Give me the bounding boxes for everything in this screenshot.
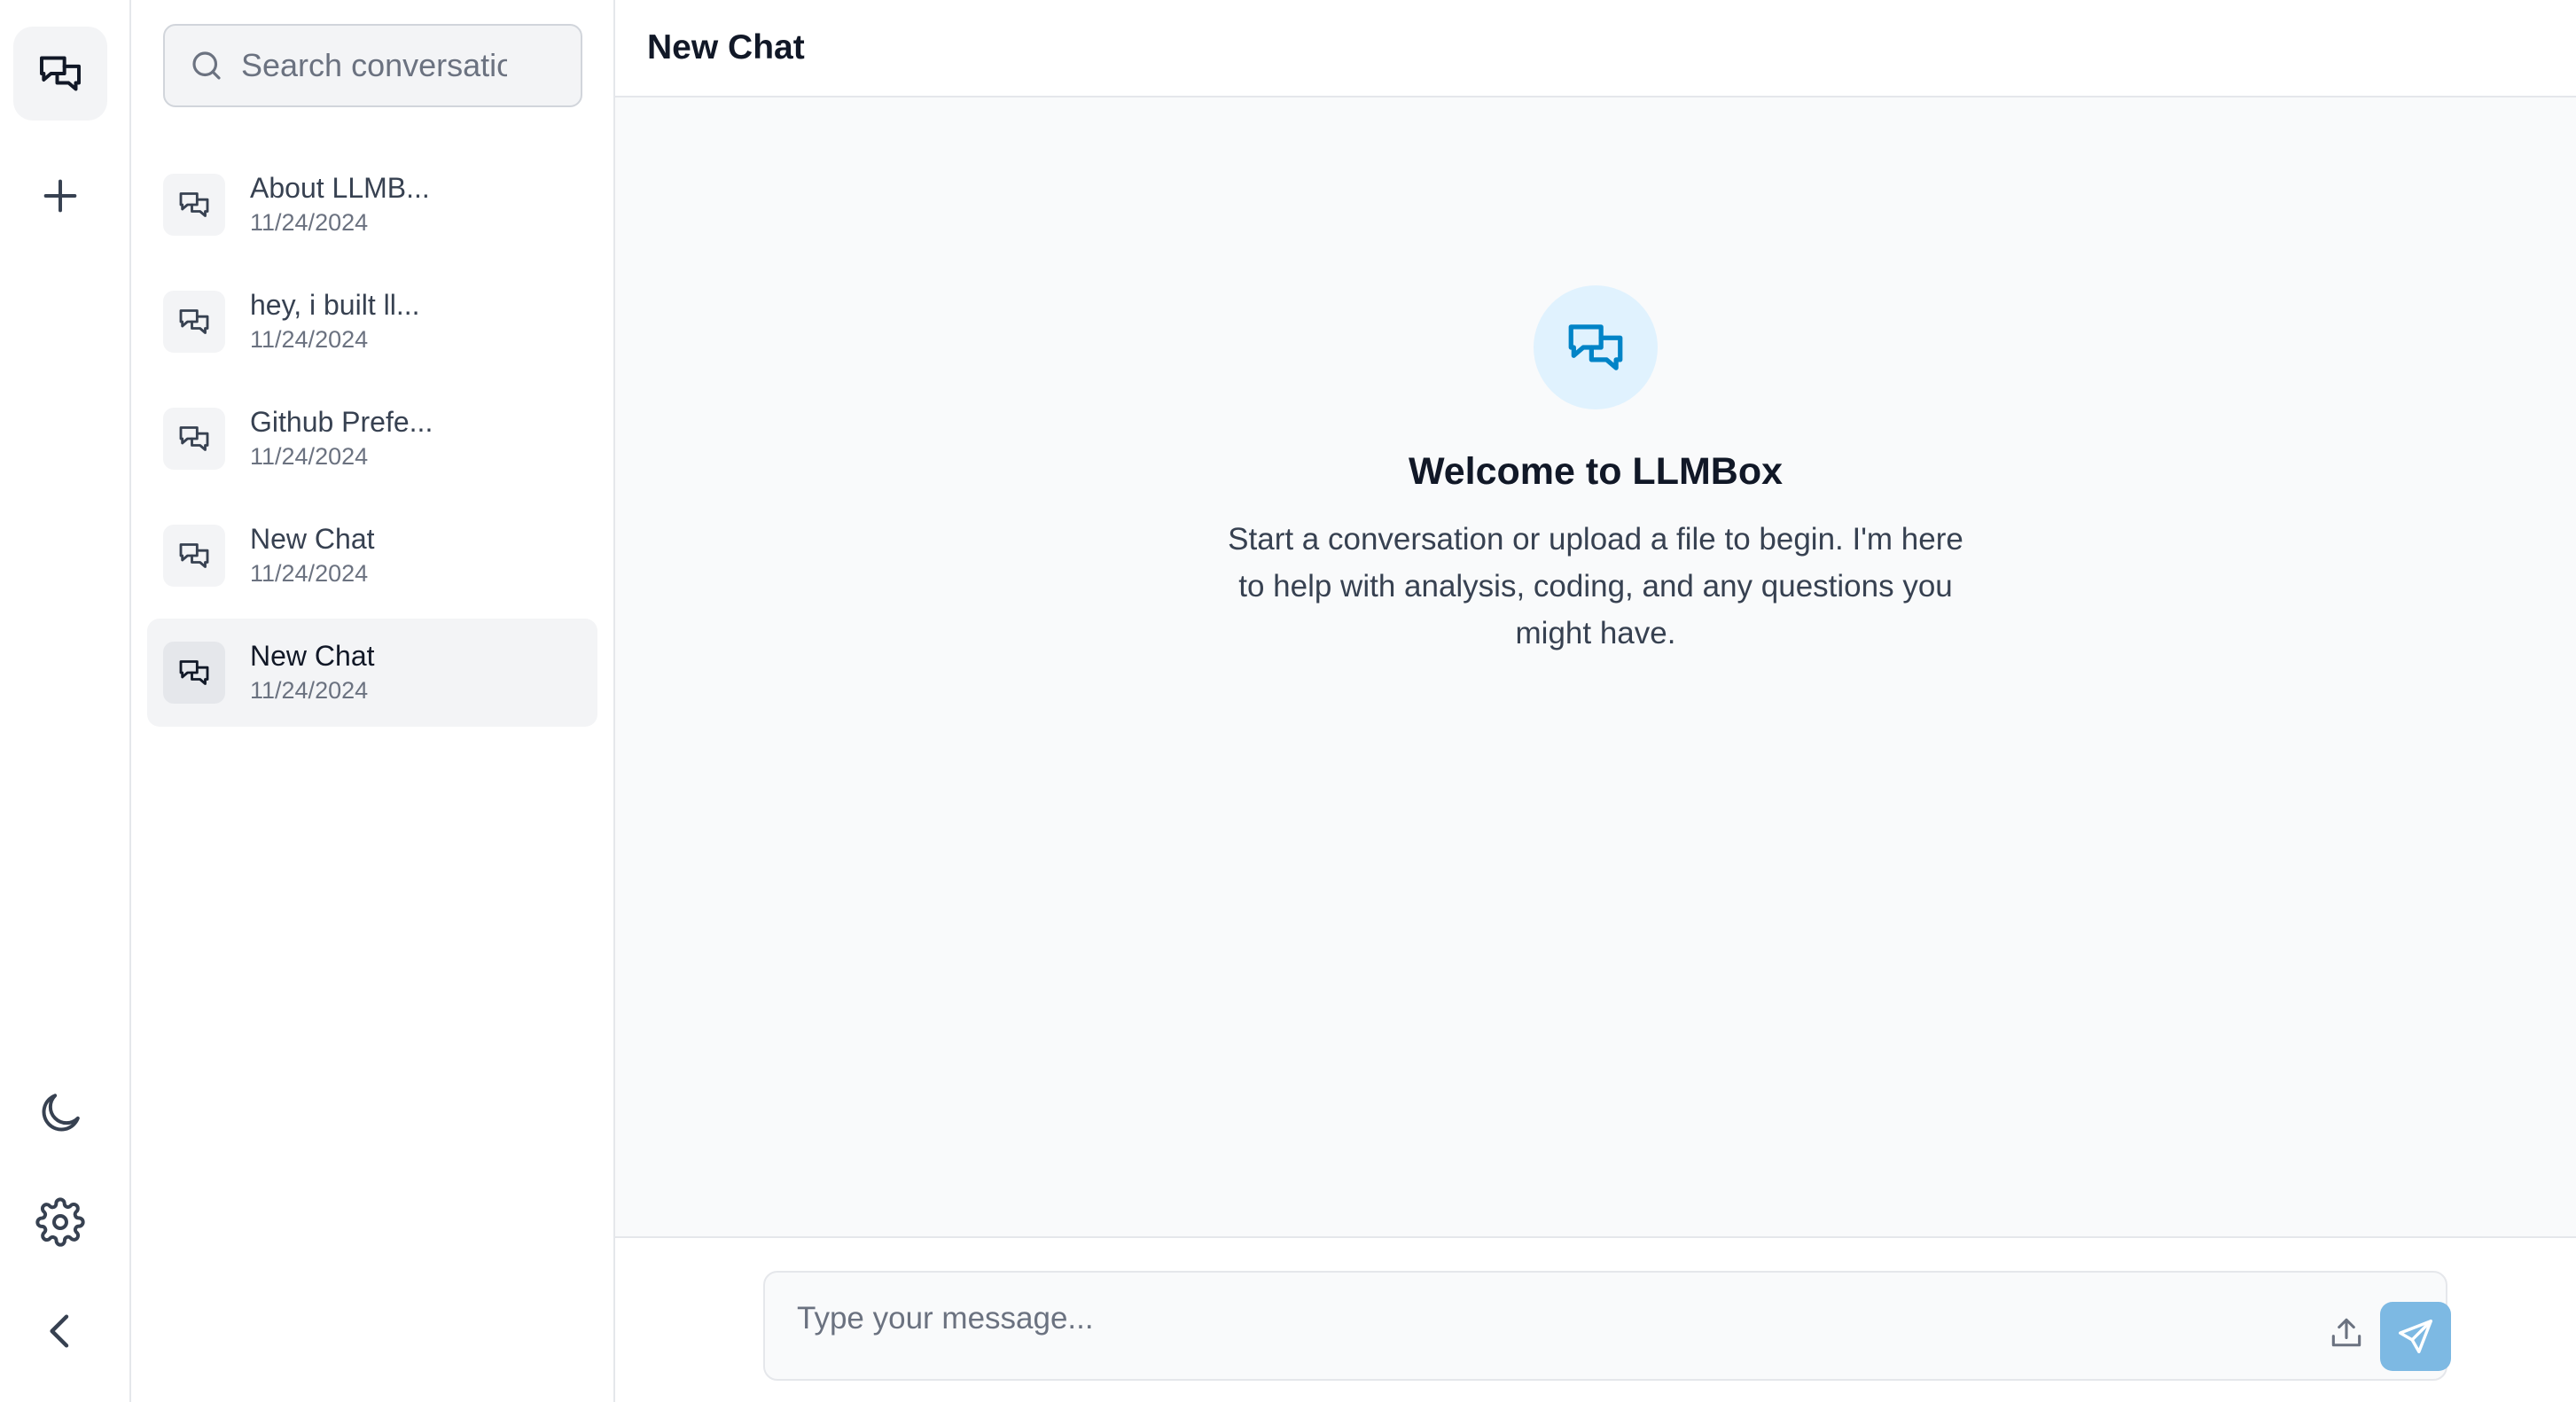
- conversation-list: About LLMB... 11/24/2024 hey, i built ll…: [147, 151, 597, 736]
- conversation-item[interactable]: About LLMB... 11/24/2024: [147, 151, 597, 259]
- conversation-title: hey, i built ll...: [250, 289, 420, 321]
- conversation-title: New Chat: [250, 640, 375, 672]
- chats-icon: [179, 192, 209, 217]
- conversation-avatar: [163, 291, 225, 353]
- welcome-title: Welcome to LLMBox: [1408, 450, 1784, 493]
- conversation-date: 11/24/2024: [250, 209, 369, 236]
- conversation-date: 11/24/2024: [250, 677, 369, 704]
- settings-button[interactable]: [13, 1175, 107, 1269]
- conversation-item-active[interactable]: New Chat 11/24/2024: [147, 619, 597, 727]
- conversation-title: Github Prefe...: [250, 406, 433, 438]
- moon-icon: [42, 1094, 80, 1132]
- message-composer: [763, 1271, 2451, 1381]
- conversation-avatar: [163, 642, 225, 704]
- chats-nav-button[interactable]: [13, 27, 107, 121]
- conversation-avatar: [163, 408, 225, 470]
- chevron-left-icon: [50, 1314, 69, 1348]
- conversation-sidebar: About LLMB... 11/24/2024 hey, i built ll…: [131, 0, 615, 1402]
- conversation-date: 11/24/2024: [250, 560, 369, 587]
- chats-icon: [1568, 324, 1623, 370]
- conversation-date: 11/24/2024: [250, 443, 369, 470]
- search-icon: [192, 51, 221, 80]
- chat-header: New Chat: [615, 0, 2576, 97]
- chats-icon: [179, 660, 209, 685]
- upload-file-button[interactable]: [2325, 1312, 2368, 1354]
- send-icon: [2399, 1320, 2432, 1353]
- conversation-date: 11/24/2024: [250, 326, 369, 353]
- composer-bar: [615, 1236, 2576, 1402]
- search-input[interactable]: [241, 47, 507, 84]
- app: About LLMB... 11/24/2024 hey, i built ll…: [0, 0, 2576, 1402]
- conversation-title: About LLMB...: [250, 172, 430, 204]
- conversation-title: New Chat: [250, 523, 375, 555]
- chats-icon: [40, 56, 81, 91]
- send-button[interactable]: [2380, 1302, 2451, 1371]
- icon-rail: [0, 0, 131, 1402]
- upload-icon: [2331, 1318, 2361, 1347]
- welcome-panel: Welcome to LLMBox Start a conversation o…: [615, 285, 2576, 657]
- conversation-item[interactable]: hey, i built ll... 11/24/2024: [147, 268, 597, 376]
- conversation-item[interactable]: Github Prefe... 11/24/2024: [147, 385, 597, 493]
- chats-icon: [179, 426, 209, 451]
- theme-toggle-button[interactable]: [13, 1066, 107, 1160]
- conversation-avatar: [163, 174, 225, 236]
- page-title: New Chat: [647, 28, 805, 66]
- chat-panel: New Chat Welcome to LLMBox Start a conve…: [615, 0, 2576, 1402]
- welcome-badge: [1534, 285, 1658, 409]
- conversation-item[interactable]: New Chat 11/24/2024: [147, 502, 597, 610]
- chats-icon: [179, 543, 209, 568]
- message-input[interactable]: [797, 1296, 2251, 1342]
- gear-icon: [35, 1197, 85, 1247]
- conversation-avatar: [163, 525, 225, 587]
- plus-icon: [43, 179, 77, 213]
- welcome-text: Start a conversation or upload a file to…: [1228, 522, 1963, 650]
- chats-icon: [179, 309, 209, 334]
- search-box[interactable]: [163, 24, 582, 107]
- new-chat-button[interactable]: [13, 149, 107, 243]
- collapse-sidebar-button[interactable]: [13, 1284, 107, 1378]
